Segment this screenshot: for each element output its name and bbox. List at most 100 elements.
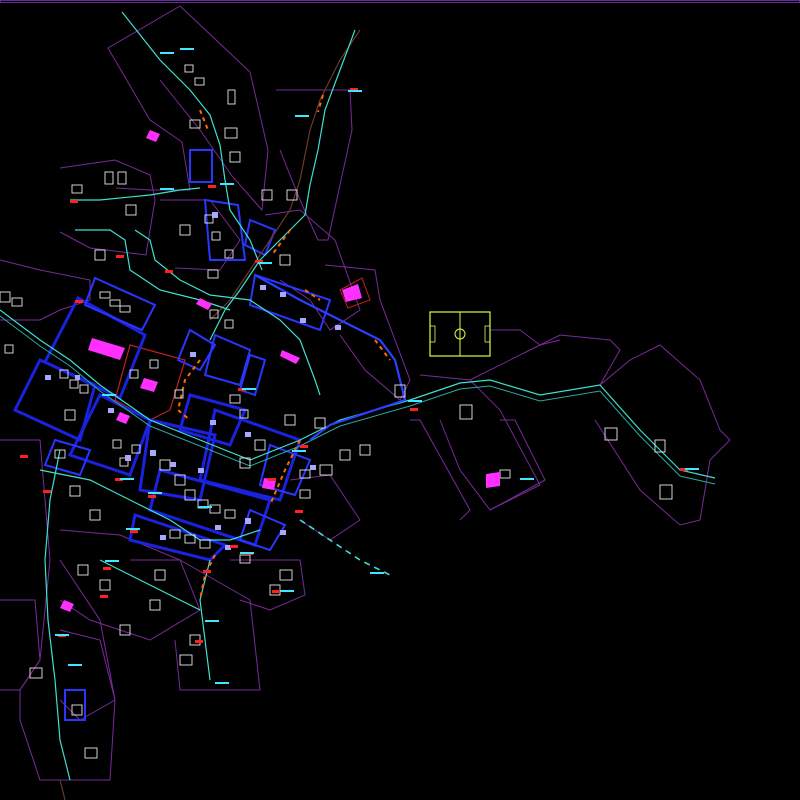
building [229,394,241,404]
cyan-marker [685,468,699,470]
residential-fill [245,432,251,437]
residential-fill [210,420,216,425]
building [104,171,114,185]
building [499,469,511,479]
cyan-marker [280,590,294,592]
residential-fill [280,292,286,297]
residential-fill [45,375,51,380]
residential-fill [125,455,131,461]
cyan-marker [215,682,229,684]
red-marker [130,530,138,533]
building [112,439,122,449]
building [279,569,293,581]
building [11,297,23,307]
red-marker [148,495,156,498]
cad-map-viewport[interactable] [0,0,800,800]
building [227,89,236,105]
residential-fill [212,212,218,218]
building [179,654,193,666]
building [239,554,251,564]
red-marker [20,455,28,458]
building [224,319,234,329]
residential-fill [280,530,286,535]
building [207,269,219,279]
building [659,484,673,500]
red-marker [116,255,124,258]
red-marker [410,408,418,411]
cyan-marker [160,52,174,54]
red-marker [43,490,51,493]
building [117,171,127,185]
building [149,359,159,369]
cyan-marker [295,115,309,117]
red-marker [300,445,308,448]
red-marker [230,545,238,548]
cyan-marker [370,572,384,574]
cyan-marker [102,394,116,396]
building [184,64,194,73]
building [154,569,166,581]
red-marker [295,510,303,513]
building [79,384,89,394]
residential-fill [75,375,80,380]
building [149,599,161,611]
building [229,151,241,163]
building [224,127,238,139]
building [359,444,371,456]
red-marker [100,595,108,598]
building [319,464,333,476]
cyan-marker [220,183,234,185]
cyan-marker [198,506,212,508]
public-building-layer [60,130,500,612]
residential-fill [198,468,204,473]
residential-fill [310,465,316,470]
road-layer [0,11,716,800]
cyan-marker [120,478,134,480]
residential-fill [245,518,251,524]
residential-fill [215,525,221,530]
cyan-marker [258,262,272,264]
soccer-field-icon [429,311,491,357]
building [339,449,351,461]
cyan-marker [160,188,174,190]
marker-layer [20,48,699,684]
cyan-marker [68,664,82,666]
building [94,249,106,261]
building [109,299,121,307]
cyan-marker [242,388,256,390]
cyan-marker [105,560,119,562]
cyan-marker [240,552,254,554]
building [89,509,101,521]
building [211,231,221,241]
cyan-marker [348,90,362,92]
building [199,539,211,549]
red-marker [75,300,83,303]
building [84,747,98,759]
red-marker [165,270,173,273]
building [254,439,266,451]
residential-fill [108,408,114,413]
cyan-marker [148,492,162,494]
cyan-marker [205,620,219,622]
cyan-marker [55,634,69,636]
building [64,409,76,421]
cyan-marker [180,48,194,50]
cyan-marker [520,478,534,480]
building [71,184,83,194]
building [125,204,137,216]
building [77,564,89,576]
building [119,305,131,313]
building [299,489,311,499]
cyan-marker [408,400,422,402]
building [179,224,191,236]
building [459,404,473,420]
building-layer [0,64,673,759]
village-plan-map[interactable] [0,0,800,800]
red-marker [195,640,203,643]
building [159,459,171,471]
building [169,529,181,539]
cyan-marker [292,450,306,452]
residential-fill [160,535,166,540]
red-marker [272,590,280,593]
red-marker [70,200,78,203]
